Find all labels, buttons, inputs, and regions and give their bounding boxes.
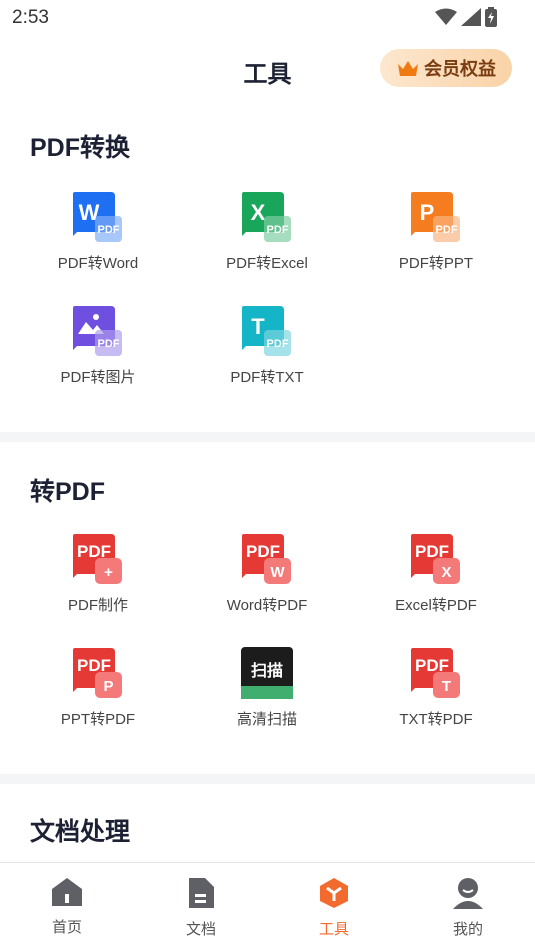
tool-icon: PDF T — [409, 646, 463, 700]
tool-icon: PDF W — [240, 532, 294, 586]
tool-icon: PDF X — [409, 532, 463, 586]
tool-item[interactable]: PDF T TXT转PDF — [366, 646, 506, 729]
tool-icon: T PDF — [240, 304, 294, 358]
tool-label: PDF制作 — [67, 597, 128, 614]
tool-item[interactable]: 扫描 高清扫描 — [197, 646, 337, 729]
tool-label: Word转PDF — [226, 597, 308, 614]
signal-icon — [461, 8, 481, 26]
nav-home[interactable]: 首页 — [27, 877, 107, 937]
tool-item[interactable]: PDF W Word转PDF — [197, 532, 337, 615]
tool-icon: P PDF — [409, 190, 463, 244]
svg-text:扫描: 扫描 — [251, 661, 283, 680]
section-to-pdf: 转PDF PDF + PDF制作 PDF W Word转PDF PDF X Ex… — [0, 442, 535, 772]
tool-item[interactable]: T PDF PDF转TXT — [197, 304, 337, 387]
document-icon — [189, 878, 214, 908]
tool-label: PDF转Word — [57, 255, 139, 272]
tool-item[interactable]: X PDF PDF转Excel — [197, 190, 337, 273]
nav-tools[interactable]: 工具 — [294, 877, 374, 939]
svg-text:T: T — [251, 314, 265, 339]
home-icon — [52, 878, 82, 906]
tool-item[interactable]: W PDF PDF转Word — [28, 190, 168, 273]
crown-icon — [398, 61, 418, 76]
vip-benefits-label: 会员权益 — [424, 59, 496, 79]
status-icons — [435, 7, 497, 27]
status-time: 2:53 — [12, 7, 49, 28]
svg-text:X: X — [441, 564, 451, 581]
tool-label: Excel转PDF — [395, 597, 477, 614]
status-bar: 2:53 — [0, 0, 535, 36]
tool-item[interactable]: PDF P PPT转PDF — [28, 646, 168, 729]
header: 工具 会员权益 — [0, 40, 535, 98]
tool-label: PDF转Excel — [226, 255, 308, 272]
tool-icon: PDF + — [71, 532, 125, 586]
nav-label: 工具 — [318, 921, 349, 938]
nav-label: 我的 — [452, 921, 483, 938]
svg-text:PDF: PDF — [267, 224, 289, 236]
nav-documents[interactable]: 文档 — [161, 877, 241, 939]
svg-text:T: T — [442, 678, 451, 695]
profile-icon — [453, 878, 483, 909]
svg-text:+: + — [104, 564, 113, 581]
section-title: PDF转换 — [30, 134, 131, 162]
tool-item[interactable]: PDF + PDF制作 — [28, 532, 168, 615]
bottom-nav: 首页 文档 工具 我的 — [0, 862, 535, 951]
svg-text:P: P — [420, 200, 435, 225]
section-title: 文档处理 — [30, 818, 131, 846]
svg-text:PDF: PDF — [267, 338, 289, 350]
nav-label: 文档 — [185, 921, 216, 938]
battery-icon — [485, 7, 497, 27]
svg-text:P: P — [103, 678, 113, 695]
svg-text:W: W — [270, 564, 285, 581]
tool-icon: 扫描 — [240, 646, 294, 700]
tools-icon — [320, 878, 348, 908]
svg-text:PDF: PDF — [436, 224, 458, 236]
tool-icon: W PDF — [71, 190, 125, 244]
svg-text:X: X — [251, 200, 266, 225]
wifi-icon — [435, 8, 457, 25]
nav-profile[interactable]: 我的 — [428, 877, 508, 939]
tool-label: PDF转图片 — [60, 369, 136, 386]
tool-icon: PDF P — [71, 646, 125, 700]
tool-label: PDF转PPT — [398, 255, 474, 272]
section-doc-processing: 文档处理 — [0, 784, 535, 862]
tool-label: PDF转TXT — [230, 369, 304, 386]
tool-item[interactable]: P PDF PDF转PPT — [366, 190, 506, 273]
nav-label: 首页 — [51, 919, 82, 936]
section-divider — [0, 432, 535, 442]
section-divider — [0, 774, 535, 784]
section-title: 转PDF — [30, 478, 106, 506]
section-pdf-convert: PDF转换 W PDF PDF转Word X PDF PDF转Excel P P… — [0, 110, 535, 430]
tool-item[interactable]: PDF PDF转图片 — [28, 304, 168, 387]
tool-label: TXT转PDF — [399, 711, 473, 728]
tool-icon: X PDF — [240, 190, 294, 244]
tool-label: 高清扫描 — [236, 711, 297, 728]
svg-text:PDF: PDF — [98, 224, 120, 236]
svg-text:PDF: PDF — [98, 338, 120, 350]
tool-icon: PDF — [71, 304, 125, 358]
tool-label: PPT转PDF — [60, 711, 136, 728]
tool-item[interactable]: PDF X Excel转PDF — [366, 532, 506, 615]
vip-benefits-button[interactable]: 会员权益 — [380, 49, 512, 87]
